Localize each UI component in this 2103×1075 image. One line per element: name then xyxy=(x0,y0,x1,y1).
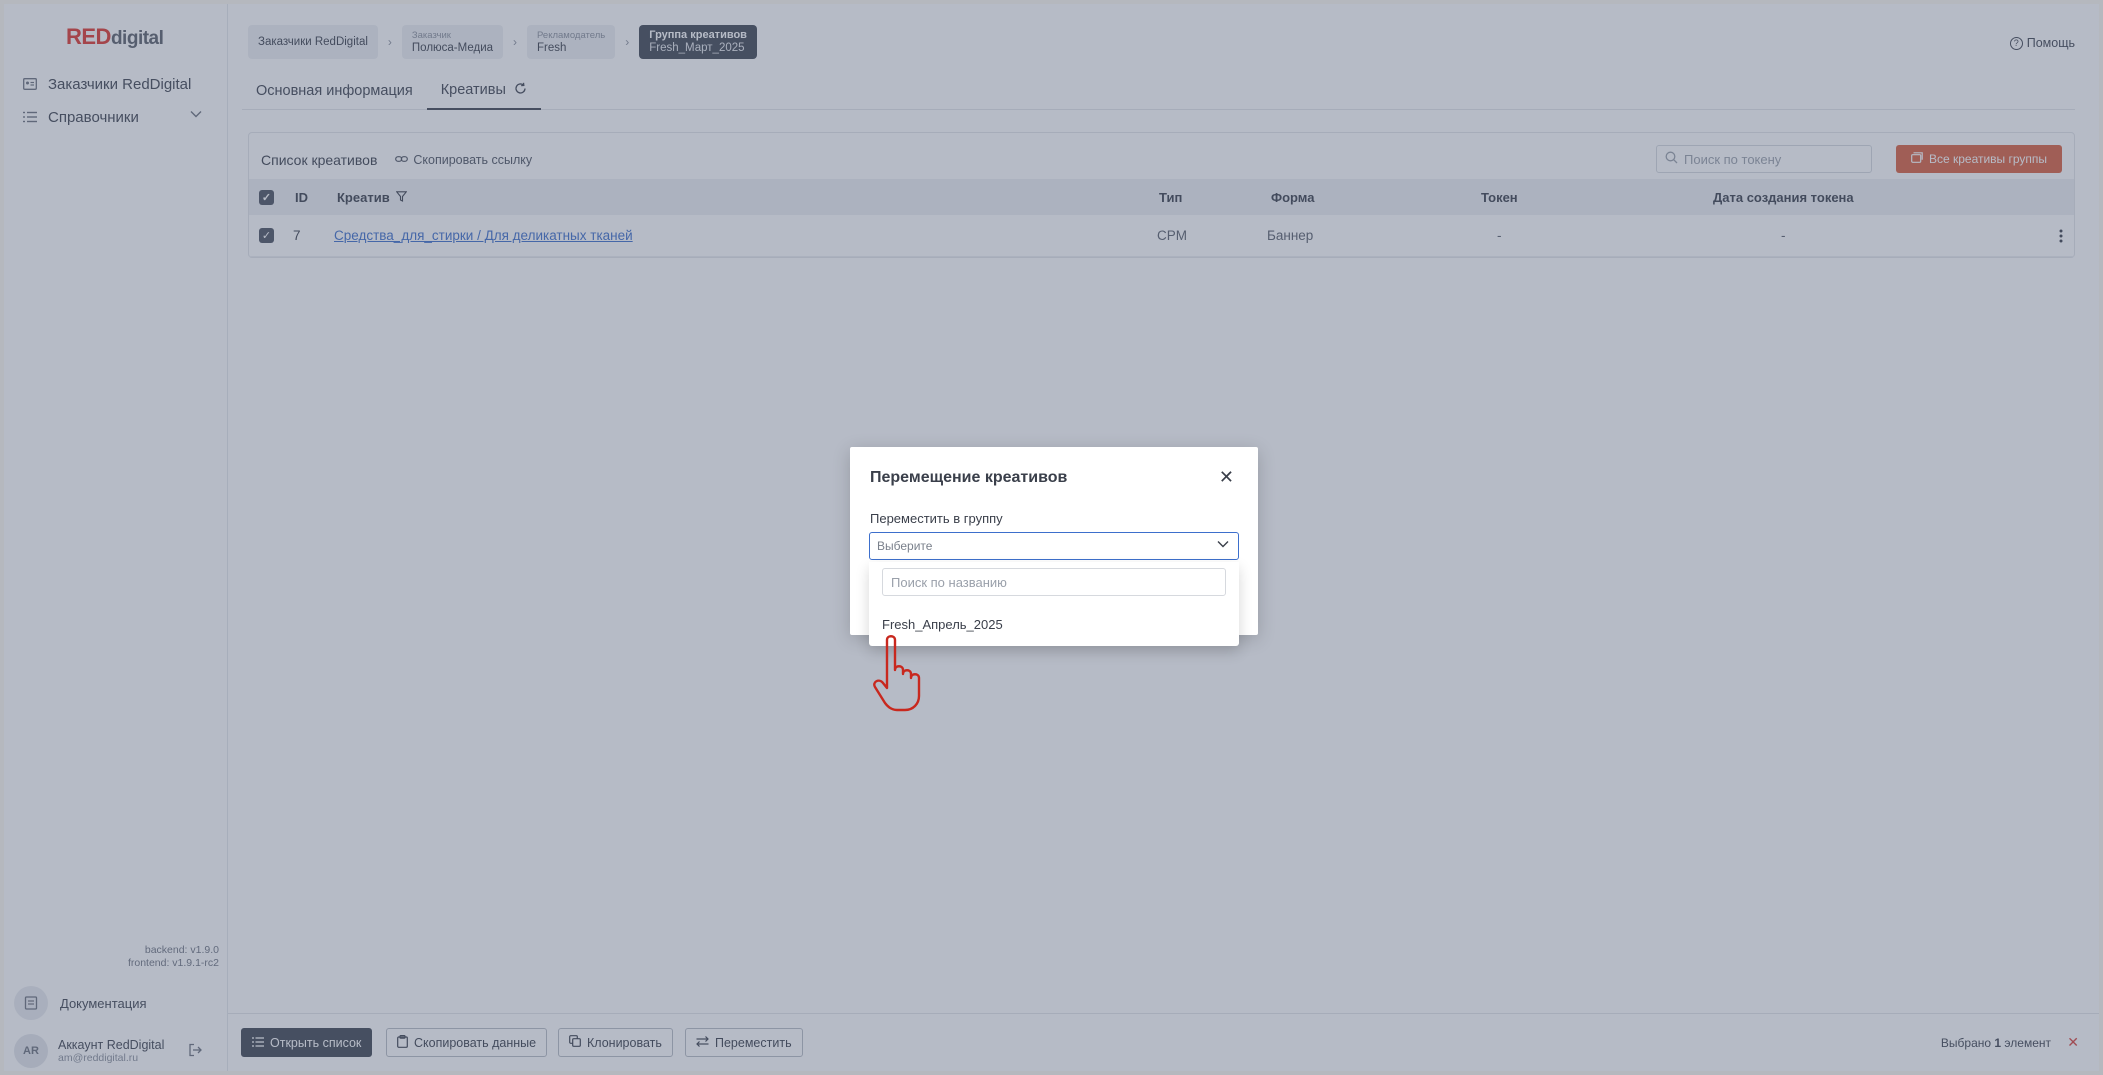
group-select[interactable]: Выберите xyxy=(869,532,1239,560)
move-to-group-label: Переместить в группу xyxy=(870,511,1003,526)
chevron-down-icon xyxy=(1217,539,1229,551)
group-search-input[interactable]: Поиск по названию xyxy=(882,568,1226,596)
modal-title: Перемещение креативов xyxy=(870,469,1068,486)
hand-pointer-icon xyxy=(873,635,921,712)
app-window: REDdigital Заказчики RedDigital Справочн… xyxy=(0,0,2103,1075)
close-icon[interactable]: ✕ xyxy=(1219,467,1234,488)
